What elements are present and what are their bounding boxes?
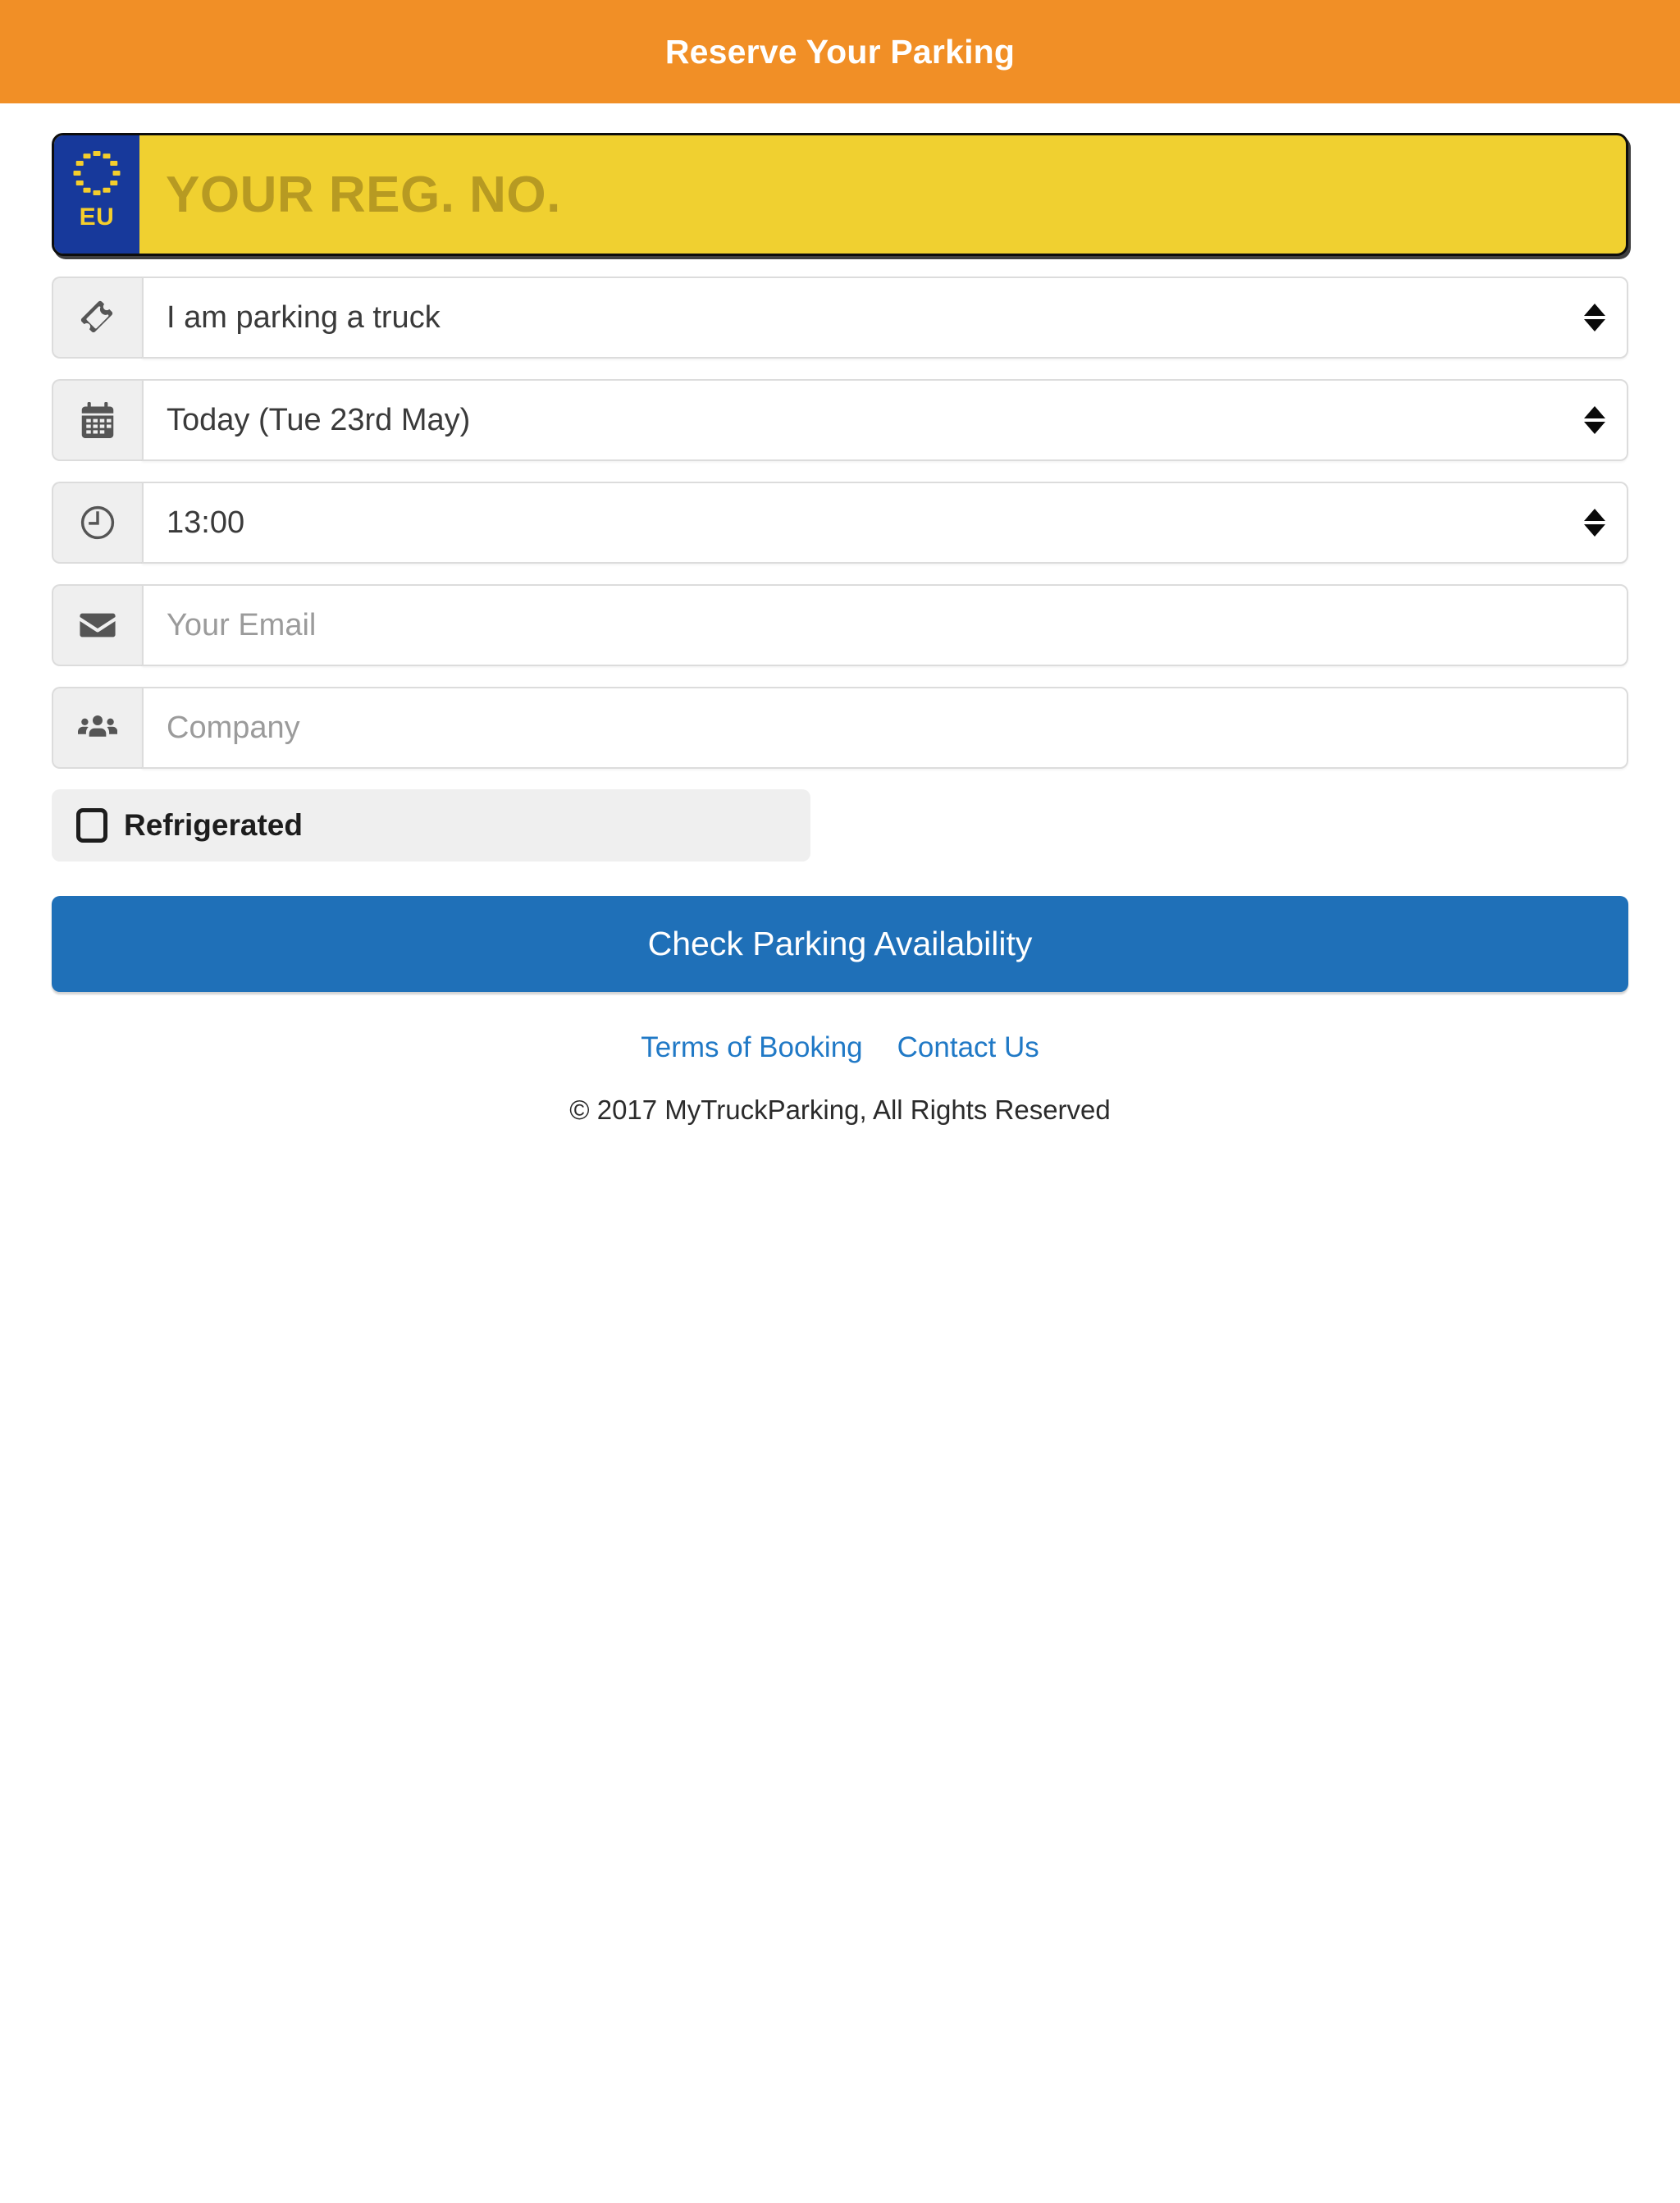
refrigerated-checkbox-row[interactable]: Refrigerated (52, 789, 810, 862)
check-parking-availability-button[interactable]: Check Parking Availability (52, 896, 1628, 992)
footer-links: Terms of Booking Contact Us (52, 1031, 1628, 1064)
company-input-wrap (142, 687, 1628, 769)
vehicle-type-row: I am parking a truck (52, 277, 1628, 359)
date-select[interactable]: Today (Tue 23rd May) (142, 379, 1628, 461)
contact-us-link[interactable]: Contact Us (897, 1031, 1039, 1064)
license-plate-field[interactable]: EU (52, 133, 1628, 256)
copyright-text: © 2017 MyTruckParking, All Rights Reserv… (569, 1095, 1111, 1125)
time-select[interactable]: 13:00 (142, 482, 1628, 564)
footer: Terms of Booking Contact Us © 2017 MyTru… (52, 1031, 1628, 1126)
company-row (52, 687, 1628, 769)
chevron-updown-icon (1584, 304, 1605, 331)
chevron-updown-icon (1584, 509, 1605, 537)
calendar-icon (52, 379, 142, 461)
users-icon (52, 687, 142, 769)
page-title: Reserve Your Parking (664, 32, 1016, 71)
eu-stars-icon (73, 149, 121, 197)
time-value: 13:00 (167, 505, 245, 540)
chevron-updown-icon (1584, 406, 1605, 434)
page-body: EU I am parking a truck (0, 103, 1680, 1126)
checkbox-unchecked-icon[interactable] (76, 808, 107, 843)
terms-of-booking-link[interactable]: Terms of Booking (641, 1031, 862, 1064)
email-input-wrap (142, 584, 1628, 666)
refrigerated-label: Refrigerated (124, 808, 303, 842)
date-row: Today (Tue 23rd May) (52, 379, 1628, 461)
envelope-icon (52, 584, 142, 666)
vehicle-type-value: I am parking a truck (167, 299, 441, 335)
eu-badge-label: EU (79, 203, 115, 231)
ticket-icon (52, 277, 142, 359)
vehicle-type-select[interactable]: I am parking a truck (142, 277, 1628, 359)
clock-icon (52, 482, 142, 564)
date-value: Today (Tue 23rd May) (167, 402, 471, 437)
time-row: 13:00 (52, 482, 1628, 564)
license-plate-input-wrap (139, 135, 1626, 254)
email-input[interactable] (144, 586, 1627, 665)
registration-number-input[interactable] (164, 164, 1626, 225)
email-row (52, 584, 1628, 666)
company-input[interactable] (144, 688, 1627, 767)
app-header: Reserve Your Parking (0, 0, 1680, 103)
eu-badge: EU (54, 135, 139, 254)
